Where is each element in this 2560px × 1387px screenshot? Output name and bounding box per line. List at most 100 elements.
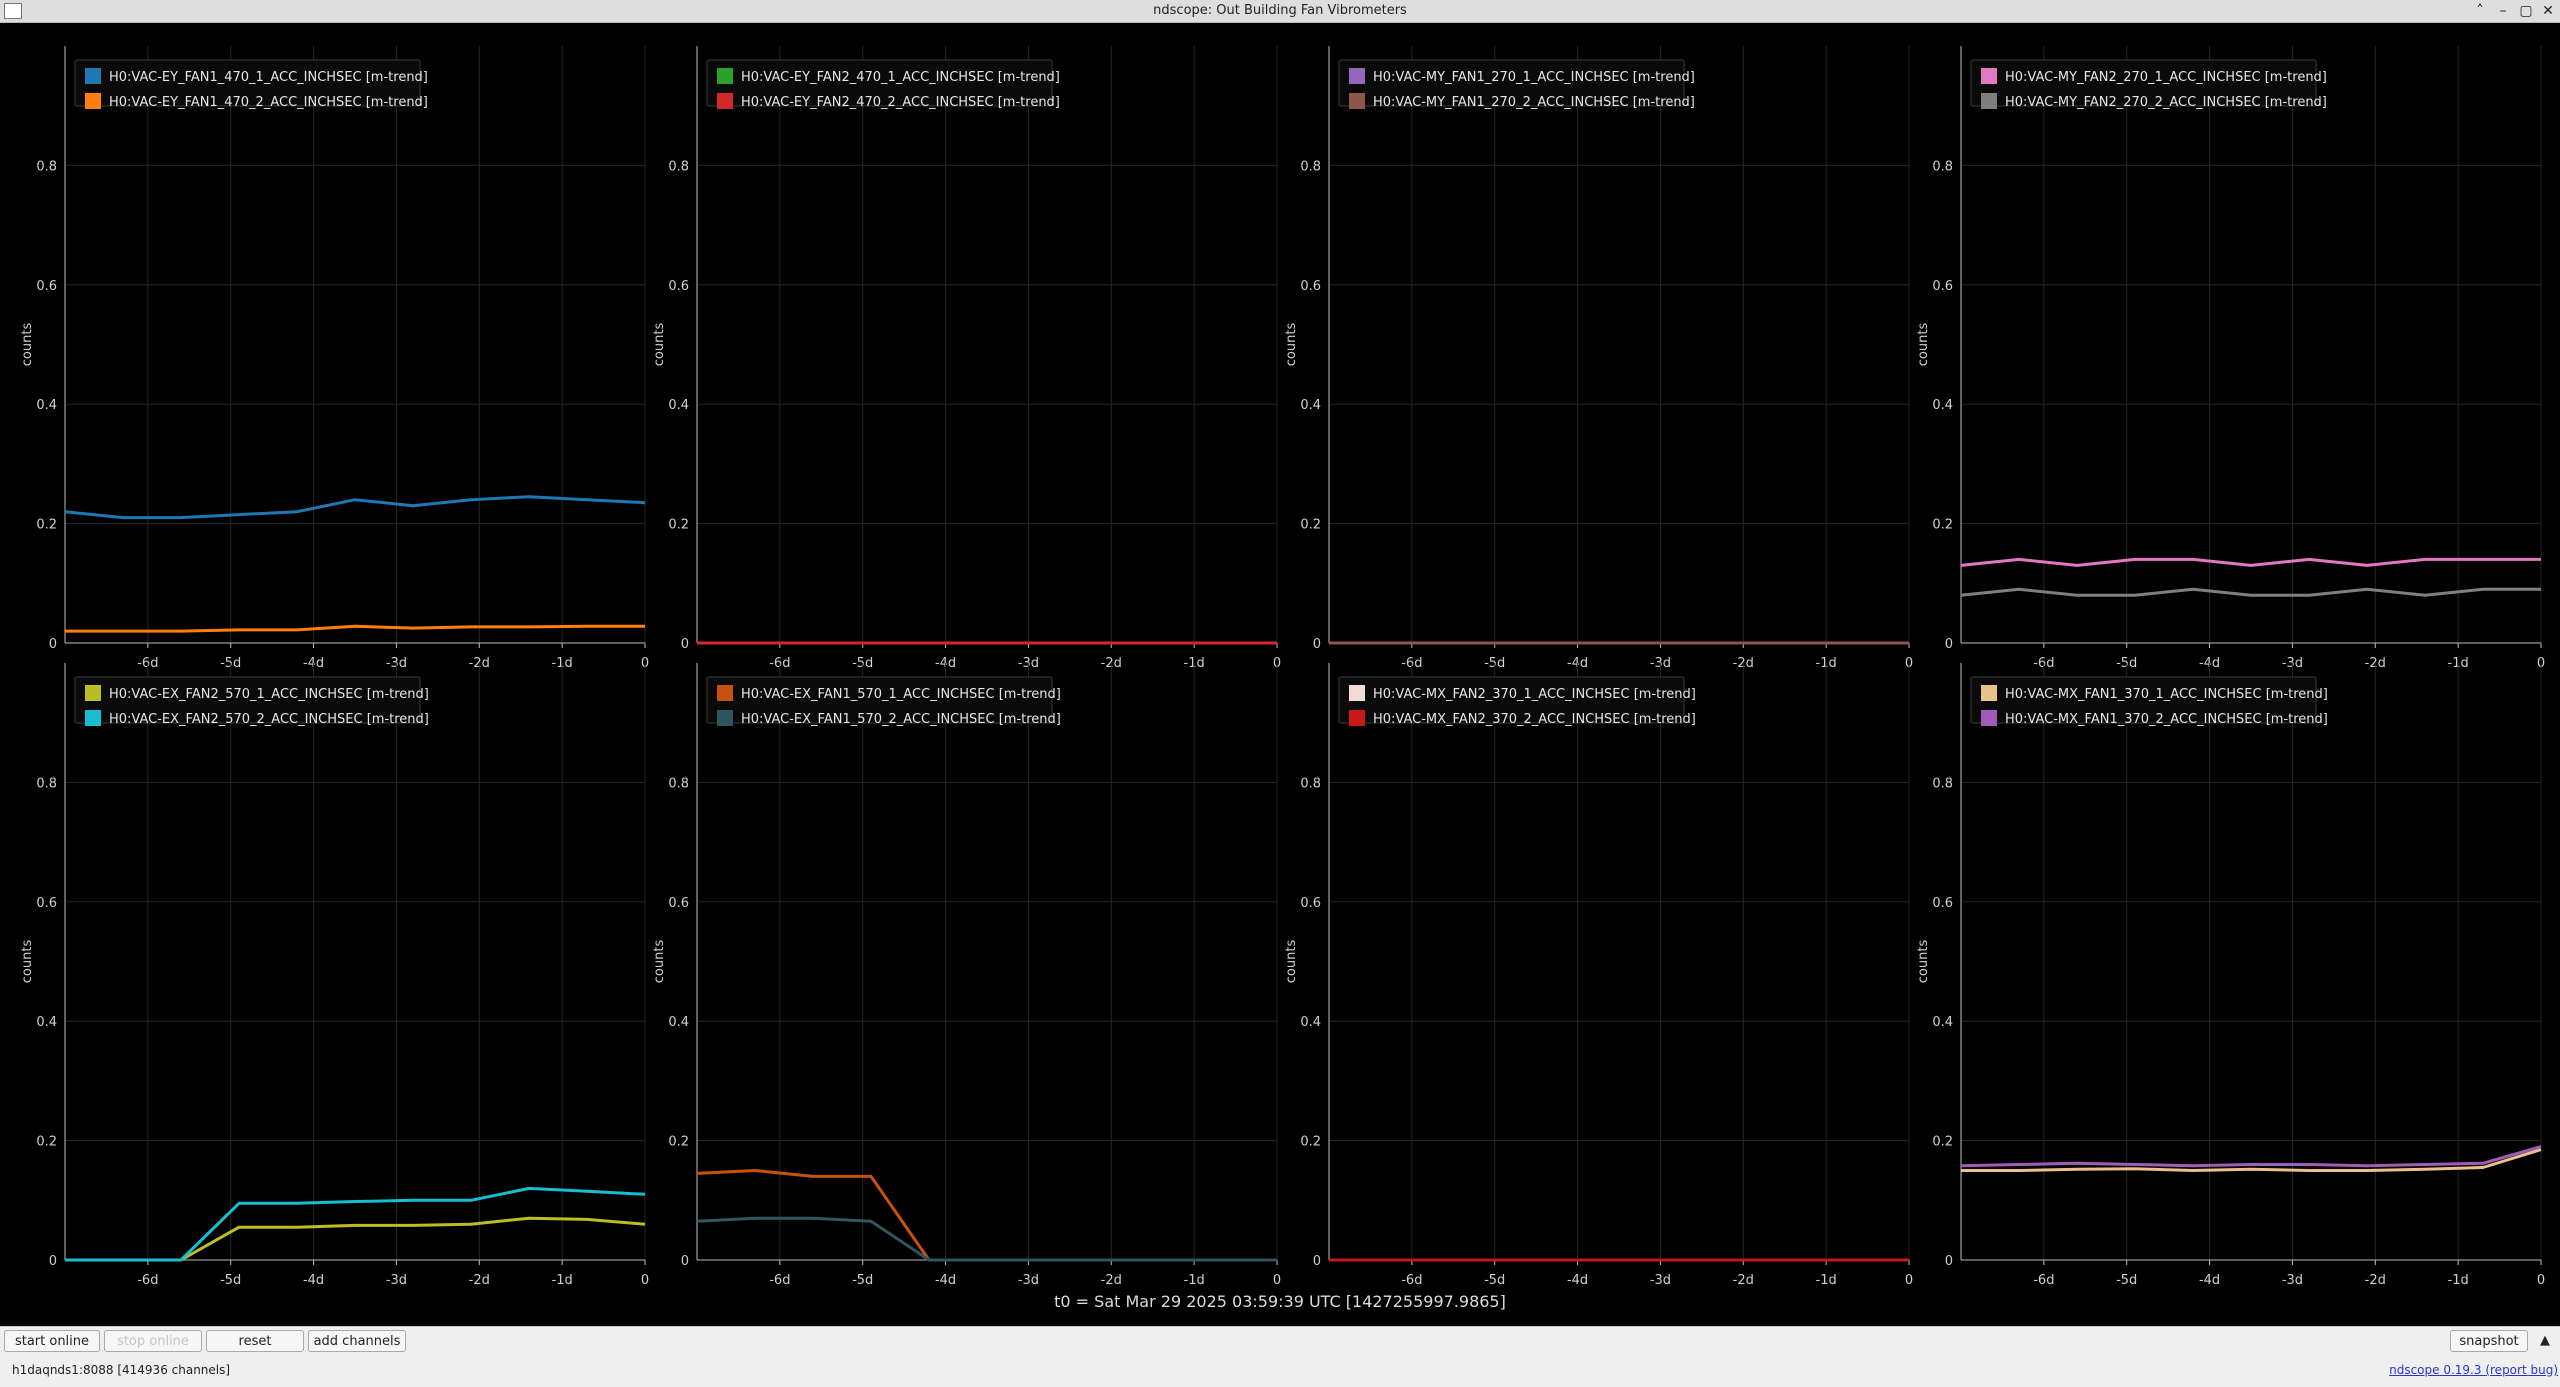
plot-panel-7: 0 0.2 0.4 0.6 0.8 -6d -5d -4d -3d -2d -1d 0 counts H0… <box>1284 663 1913 1288</box>
legend-entry: H0:VAC-EX_FAN2_570_2_ACC_INCHSEC [m-tren… <box>109 712 429 727</box>
legend-swatch <box>1349 685 1365 701</box>
y-axis-label: counts <box>652 323 667 367</box>
legend-entry: H0:VAC-MX_FAN2_370_2_ACC_INCHSEC [m-tren… <box>1373 712 1696 727</box>
y-axis-label: counts <box>1284 940 1299 984</box>
x-tick-label: 0 <box>2537 1273 2545 1288</box>
x-tick-label: -3d <box>2282 1273 2303 1288</box>
y-tick-label: 0 <box>681 1254 689 1269</box>
y-tick-label: 0.8 <box>1932 159 1953 174</box>
y-tick-label: 0 <box>1313 637 1321 652</box>
y-tick-label: 0.2 <box>1932 518 1953 533</box>
legend-swatch <box>1981 685 1997 701</box>
y-tick-label: 0.4 <box>36 398 57 413</box>
series-line-2 <box>1960 587 2541 597</box>
y-tick-label: 0.4 <box>1932 1015 1953 1030</box>
y-tick-label: 0.4 <box>1300 1015 1321 1030</box>
series-line-2 <box>1960 1145 2542 1168</box>
x-tick-label: -3d <box>1018 1273 1039 1288</box>
y-tick-label: 0 <box>49 637 57 652</box>
x-tick-label: -4d <box>1567 1273 1588 1288</box>
y-tick-label: 0.4 <box>1300 398 1321 413</box>
legend-swatch <box>717 685 733 701</box>
stop-online-button[interactable]: stop online <box>104 1330 202 1352</box>
y-tick-label: 0.6 <box>668 896 689 911</box>
plot-panel-2: 00.20.40.60.8-6d -5d -4d -3d -2d -1d 0countsH0… <box>652 46 1281 671</box>
legend-swatch <box>85 710 101 726</box>
legend-entry: H0:VAC-EY_FAN2_470_2_ACC_INCHSEC [m-tren… <box>741 95 1060 110</box>
series-line-1 <box>1960 557 2541 567</box>
series-line-2 <box>696 1216 1277 1262</box>
x-tick-label: -1d <box>1816 1273 1837 1288</box>
y-tick-label: 0.2 <box>668 1135 689 1150</box>
plot-panel-3: 00.20.40.60.8-6d -5d -4d -3d -2d -1d 0countsH0… <box>1284 46 1913 671</box>
y-tick-label: 0.4 <box>1932 398 1953 413</box>
legend-entry: H0:VAC-MX_FAN1_370_1_ACC_INCHSEC [m-tren… <box>2005 687 2328 702</box>
legend-swatch <box>1349 93 1365 109</box>
collapse-arrow-icon[interactable]: ▲ <box>2540 1333 2550 1348</box>
legend-swatch <box>1981 93 1997 109</box>
legend-entry: H0:VAC-EY_FAN1_470_1_ACC_INCHSEC [m-tren… <box>109 70 428 85</box>
plot-grid: 0 0.2 0.4 0.6 0.8 -6d -5d -4d -3d -2d -1d 0 counts H0… <box>0 23 2560 1326</box>
x-tick-label: -6d <box>2033 1273 2054 1288</box>
y-tick-label: 0.8 <box>1932 776 1953 791</box>
snapshot-button[interactable]: snapshot <box>2450 1330 2528 1352</box>
y-tick-label: 0.6 <box>668 279 689 294</box>
legend-entry: H0:VAC-EY_FAN1_470_2_ACC_INCHSEC [m-tren… <box>109 95 428 110</box>
series-line-2 <box>65 624 645 633</box>
maximize-button[interactable]: ▢ <box>2516 2 2536 20</box>
y-tick-label: 0.2 <box>668 518 689 533</box>
x-tick-label: -2d <box>469 1273 490 1288</box>
x-tick-label: 0 <box>1273 1273 1281 1288</box>
x-tick-label: -1d <box>552 1273 573 1288</box>
version-link[interactable]: ndscope 0.19.3 <box>2389 1363 2481 1377</box>
x-tick-label: -6d <box>769 1273 790 1288</box>
y-tick-label: 0 <box>49 1254 57 1269</box>
y-tick-label: 0.6 <box>1932 279 1953 294</box>
series-line-1 <box>696 1169 1277 1262</box>
x-tick-label: -1d <box>1184 1273 1205 1288</box>
x-tick-label: -2d <box>1101 1273 1122 1288</box>
close-button[interactable]: ✕ <box>2538 2 2558 20</box>
legend-swatch <box>1981 710 1997 726</box>
plot-panel-8: 0 0.2 0.4 0.6 0.8 -6d -5d -4d -3d -2d -1d 0 counts H0… <box>1916 663 2545 1288</box>
x-tick-label: 0 <box>1905 1273 1913 1288</box>
y-tick-label: 0.6 <box>36 279 57 294</box>
x-tick-label: -2d <box>2365 1273 2386 1288</box>
y-axis-label: counts <box>1916 940 1931 984</box>
y-tick-label: 0.6 <box>1300 896 1321 911</box>
y-tick-label: 0.6 <box>36 896 57 911</box>
server-status: h1daqnds1:8088 [414936 channels] <box>12 1363 231 1377</box>
y-axis-label: counts <box>1916 323 1931 367</box>
x-tick-label: -4d <box>935 1273 956 1288</box>
y-tick-label: 0.6 <box>1932 896 1953 911</box>
y-tick-label: 0.6 <box>1300 279 1321 294</box>
minimize-button[interactable]: – <box>2493 2 2513 20</box>
report-bug-link[interactable]: (report bug) <box>2485 1363 2558 1377</box>
y-tick-label: 0.4 <box>668 398 689 413</box>
x-tick-label: -2d <box>1733 1273 1754 1288</box>
x-tick-label: -1d <box>2448 1273 2469 1288</box>
plots-svg: 0 0.2 0.4 0.6 0.8 -6d -5d -4d -3d -2d -1d 0 counts H0… <box>20 46 2545 1288</box>
legend-swatch <box>85 68 101 84</box>
x-tick-label: -4d <box>303 1273 324 1288</box>
keep-above-button[interactable]: ˄ <box>2470 2 2490 20</box>
window-title: ndscope: Out Building Fan Vibrometers <box>1153 3 1407 18</box>
reset-button[interactable]: reset <box>206 1330 304 1352</box>
y-axis-label: counts <box>1284 323 1299 367</box>
start-online-button[interactable]: start online <box>4 1330 100 1352</box>
series-line-1 <box>64 495 646 520</box>
x-tick-label: -3d <box>1650 1273 1671 1288</box>
legend-entry: H0:VAC-EX_FAN1_570_2_ACC_INCHSEC [m-tren… <box>741 712 1061 727</box>
y-axis-label: counts <box>20 323 35 367</box>
x-tick-label: -5d <box>2116 1273 2137 1288</box>
add-channels-button[interactable]: add channels <box>308 1330 406 1352</box>
x-tick-label: -5d <box>1484 1273 1505 1288</box>
window-titlebar: ndscope: Out Building Fan Vibrometers ˄ … <box>0 0 2560 23</box>
x-tick-label: -5d <box>852 1273 873 1288</box>
y-tick-label: 0.2 <box>36 518 57 533</box>
y-axis-label: counts <box>20 940 35 984</box>
x-tick-label: -5d <box>220 1273 241 1288</box>
legend-entry: H0:VAC-MY_FAN1_270_2_ACC_INCHSEC [m-tren… <box>1373 95 1695 110</box>
y-tick-label: 0 <box>1945 1254 1953 1269</box>
plot-panel-6: 0 0.2 0.4 0.6 0.8 -6d -5d -4d -3d -2d -1d 0 counts H0… <box>652 663 1281 1288</box>
